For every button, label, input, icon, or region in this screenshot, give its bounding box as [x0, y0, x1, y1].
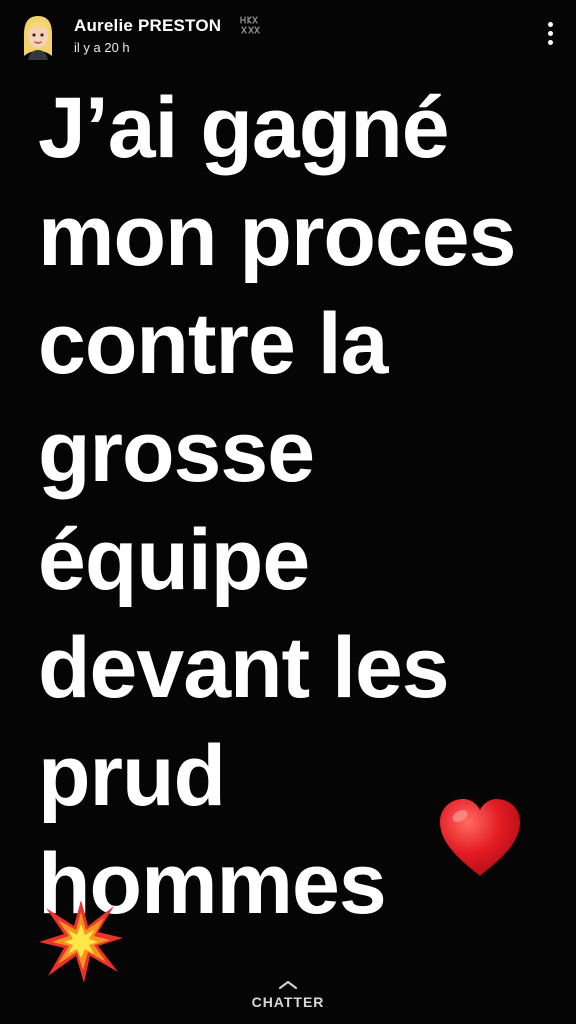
caption-line: contre la — [38, 296, 388, 392]
chevron-up-icon — [278, 980, 298, 990]
chat-label: CHATTER — [251, 994, 325, 1010]
user-name[interactable]: Aurelie PRESTON — [74, 16, 221, 36]
caption-line: grosse — [38, 404, 315, 500]
story-timestamp: il y a 20 h — [74, 40, 130, 55]
chat-button[interactable]: CHATTER — [238, 980, 338, 1016]
user-avatar[interactable] — [18, 12, 58, 60]
caption-line: mon proces — [38, 188, 516, 284]
more-vertical-icon — [540, 22, 560, 45]
story-header: Aurelie PRESTON il y a 20 h — [18, 10, 560, 66]
caption-line: équipe — [38, 512, 310, 608]
zodiac-scorpio-icon — [239, 14, 261, 36]
bitmoji-avatar-icon — [24, 16, 52, 60]
collision-emoji-icon — [38, 898, 124, 984]
caption-line: devant les — [38, 620, 450, 716]
more-options-button[interactable] — [540, 22, 560, 52]
caption-line: J’ai gagné — [38, 80, 450, 176]
red-heart-emoji-icon — [436, 794, 524, 882]
snapchat-story-screen: Aurelie PRESTON il y a 20 h J’ai gagné m — [0, 0, 576, 1024]
